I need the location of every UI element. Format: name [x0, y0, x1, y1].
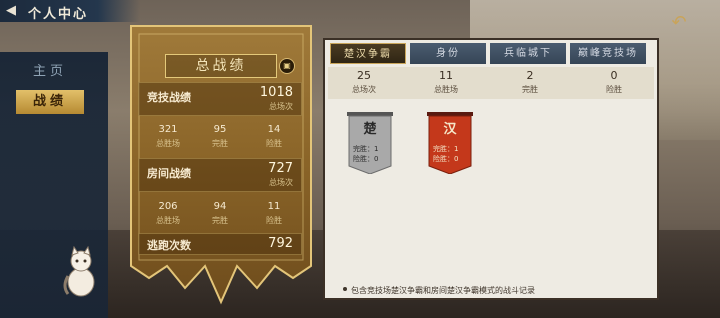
competitive-narrow: 14 — [267, 124, 281, 135]
competitive-perfect-label: 完胜 — [212, 139, 228, 148]
summary-wins: 11 — [439, 69, 453, 82]
han-char: 汉 — [443, 122, 457, 137]
han-narrow: 险胜：0 — [433, 155, 459, 163]
banner-title: 总战绩 — [165, 54, 277, 78]
summary-narrow: 0 — [610, 69, 618, 82]
competitive-perfect: 95 — [213, 124, 227, 135]
room-total-label: 总场次 — [269, 178, 293, 187]
competitive-wins: 321 — [158, 124, 178, 135]
competitive-label: 竞技战绩 — [147, 91, 191, 104]
summary-total: 25 — [357, 69, 371, 82]
return-arrow-icon[interactable]: ↶ — [664, 14, 694, 32]
tab-peak-arena[interactable]: 巅峰竞技场 — [570, 43, 646, 64]
chu-faction-card[interactable]: 楚 完胜：1 险胜：0 — [347, 112, 393, 175]
sidebar-item-home[interactable]: 主页 — [16, 60, 84, 84]
han-perfect: 完胜：1 — [433, 145, 459, 153]
room-wins: 206 — [158, 201, 178, 212]
top-bar: ◀ 个人中心 — [0, 0, 140, 22]
room-perfect-label: 完胜 — [212, 216, 228, 225]
chu-narrow: 险胜：0 — [353, 155, 379, 163]
tab-chuhan[interactable]: 楚汉争霸 — [330, 43, 406, 64]
chu-perfect: 完胜：1 — [353, 145, 379, 153]
room-total: 727 — [268, 161, 293, 176]
page-title: 个人中心 — [28, 7, 89, 22]
chu-char: 楚 — [363, 122, 377, 137]
summary-total-label: 总场次 — [352, 85, 376, 94]
room-summary: 房间战绩 727 总场次 — [138, 158, 302, 192]
footnote-bullet — [343, 287, 347, 291]
room-narrow: 11 — [267, 201, 281, 212]
competitive-wins-label: 总胜场 — [156, 139, 180, 148]
mode-summary: 25 总场次 11 总胜场 2 完胜 0 险胜 — [328, 67, 654, 99]
room-wins-label: 总胜场 — [156, 216, 180, 225]
competitive-narrow-label: 险胜 — [266, 139, 282, 148]
room-label: 房间战绩 — [147, 167, 191, 180]
panel-footnote: 包含竞技场楚汉争霸和房间楚汉争霸模式的战斗记录 — [351, 286, 535, 295]
summary-perfect-label: 完胜 — [522, 85, 538, 94]
room-narrow-label: 险胜 — [266, 216, 282, 225]
competitive-summary: 竞技战绩 1018 总场次 — [138, 82, 302, 116]
competitive-total-label: 总场次 — [269, 102, 293, 111]
back-arrow-icon[interactable]: ◀ — [6, 3, 22, 19]
record-book-icon[interactable]: ▣ — [279, 58, 295, 74]
room-perfect: 94 — [213, 201, 227, 212]
escape-count-row: 逃跑次数 792 — [138, 233, 302, 255]
tab-siege[interactable]: 兵临城下 — [490, 43, 566, 64]
competitive-total: 1018 — [259, 85, 293, 100]
summary-narrow-label: 险胜 — [606, 85, 622, 94]
tab-identity[interactable]: 身份 — [410, 43, 486, 64]
cat-mascot-icon — [63, 246, 95, 297]
total-record-banner: 总战绩 ▣ 竞技战绩 1018 总场次 321 总胜场 95 完胜 14 险胜 … — [125, 20, 317, 306]
escape-label: 逃跑次数 — [147, 239, 191, 252]
summary-wins-label: 总胜场 — [434, 85, 458, 94]
mode-record-panel: 楚汉争霸 身份 兵临城下 巅峰竞技场 25 总场次 11 总胜场 2 完胜 0 … — [323, 38, 659, 300]
escape-value: 792 — [268, 236, 293, 251]
summary-perfect: 2 — [526, 69, 534, 82]
han-faction-card[interactable]: 汉 完胜：1 险胜：0 — [427, 112, 473, 175]
sidebar-item-record[interactable]: 战绩 — [16, 90, 84, 114]
